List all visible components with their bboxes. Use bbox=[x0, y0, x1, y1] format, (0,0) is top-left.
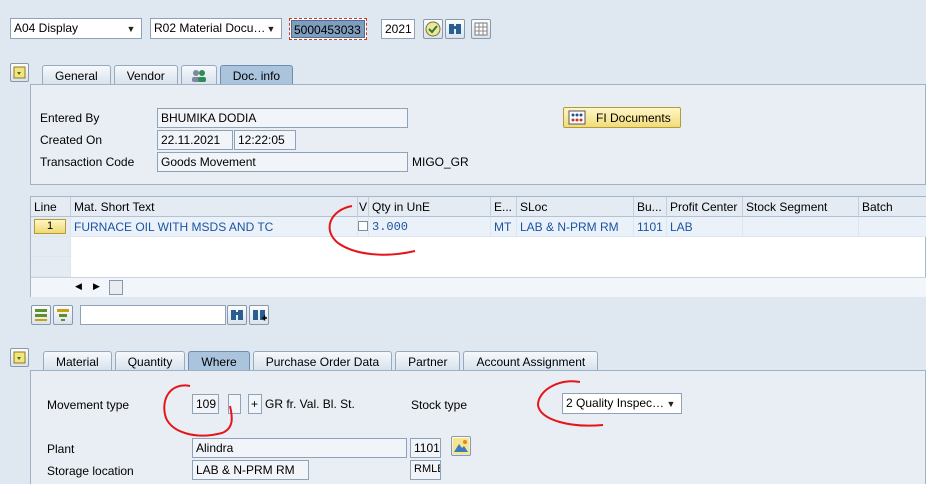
find-button[interactable] bbox=[445, 19, 465, 39]
table-find-button[interactable] bbox=[227, 305, 247, 325]
check-clock-icon bbox=[425, 21, 441, 37]
line-number: 1 bbox=[34, 219, 66, 234]
year-field[interactable]: 2021 bbox=[381, 19, 415, 39]
col-sloc[interactable]: SLoc bbox=[517, 197, 634, 217]
transaction-code-tech: MIGO_GR bbox=[412, 155, 469, 169]
tab-quantity[interactable]: Quantity bbox=[114, 351, 186, 371]
transaction-code-label: Transaction Code bbox=[40, 155, 135, 169]
movement-indicator-field bbox=[228, 394, 241, 414]
v-cell[interactable] bbox=[358, 217, 369, 237]
execute-button[interactable] bbox=[423, 19, 443, 39]
movement-sign-field: + bbox=[248, 394, 262, 414]
line-cell[interactable]: 1 bbox=[31, 217, 71, 237]
stock-type-select[interactable]: 2 Quality Inspec… ▼ bbox=[562, 393, 682, 414]
sloc-cell[interactable]: LAB & N-PRM RM bbox=[517, 217, 634, 237]
binoculars-icon bbox=[449, 24, 461, 34]
qty-cell[interactable]: 3.000 bbox=[369, 217, 491, 237]
stock-type-label: Stock type bbox=[411, 398, 468, 412]
col-mat-short-text[interactable]: Mat. Short Text bbox=[71, 197, 358, 217]
col-line[interactable]: Line bbox=[31, 197, 71, 217]
storage-location-name-field: LAB & N-PRM RM bbox=[192, 460, 309, 480]
col-qty[interactable]: Qty in UnE bbox=[369, 197, 491, 217]
folder-toggle-icon bbox=[13, 66, 26, 79]
scroll-left-icon[interactable]: ◀ bbox=[75, 281, 82, 292]
items-table: Line Mat. Short Text V Qty in UnE E... S… bbox=[30, 196, 926, 297]
reference-select[interactable]: R02 Material Docu… ▼ bbox=[150, 18, 282, 39]
document-number-field[interactable]: 5000453033 bbox=[289, 18, 367, 40]
col-batch[interactable]: Batch bbox=[859, 197, 926, 217]
created-time-field: 12:22:05 bbox=[234, 130, 296, 150]
transaction-code-field: Goods Movement bbox=[157, 152, 408, 172]
empty-row-header bbox=[31, 237, 71, 257]
batch-cell[interactable] bbox=[859, 217, 926, 237]
mountain-landscape-icon bbox=[453, 438, 469, 454]
grid-list-icon bbox=[474, 22, 488, 36]
persons-icon bbox=[191, 70, 206, 82]
header-toggle-button[interactable] bbox=[10, 63, 29, 82]
tab-purchase-order-data[interactable]: Purchase Order Data bbox=[252, 351, 393, 371]
select-all-icon bbox=[35, 309, 47, 321]
scroll-thumb[interactable] bbox=[109, 280, 123, 295]
chevron-down-icon: ▼ bbox=[266, 23, 276, 34]
fi-documents-label: FI Documents bbox=[596, 111, 671, 125]
v-checkbox[interactable] bbox=[358, 221, 368, 231]
header-tabstrip: General Vendor Doc. info bbox=[42, 65, 296, 85]
col-stock-segment[interactable]: Stock Segment bbox=[743, 197, 859, 217]
mat-short-text-cell[interactable]: FURNACE OIL WITH MSDS AND TC bbox=[71, 217, 358, 237]
select-all-button[interactable] bbox=[31, 305, 51, 325]
plant-label: Plant bbox=[47, 442, 75, 456]
list-button[interactable] bbox=[471, 19, 491, 39]
stock-segment-cell[interactable] bbox=[743, 217, 859, 237]
tab-partner[interactable]: Partner bbox=[395, 351, 461, 371]
horizontal-scrollbar[interactable]: ◀ ▶ bbox=[31, 277, 926, 297]
tab-where[interactable]: Where bbox=[188, 351, 250, 371]
movement-type-label: Movement type bbox=[47, 398, 130, 412]
col-v[interactable]: V bbox=[358, 197, 369, 217]
tab-doc-info[interactable]: Doc. info bbox=[219, 65, 294, 85]
plant-name-field: Alindra bbox=[192, 438, 407, 458]
folder-toggle-icon bbox=[13, 351, 26, 364]
table-find-next-button[interactable] bbox=[249, 305, 269, 325]
action-select[interactable]: A04 Display ▼ bbox=[10, 18, 142, 39]
tab-vendor[interactable]: Vendor bbox=[113, 65, 178, 85]
binoculars-icon bbox=[231, 310, 243, 320]
scroll-right-icon[interactable]: ▶ bbox=[93, 281, 100, 292]
col-bu[interactable]: Bu... bbox=[634, 197, 667, 217]
fi-documents-button[interactable]: FI Documents bbox=[563, 107, 681, 128]
chevron-down-icon: ▼ bbox=[126, 23, 136, 34]
storage-location-label: Storage location bbox=[47, 464, 134, 478]
col-e[interactable]: E... bbox=[491, 197, 517, 217]
binoculars-plus-icon bbox=[253, 310, 267, 321]
entered-by-field: BHUMIKA DODIA bbox=[157, 108, 408, 128]
where-panel bbox=[30, 370, 926, 484]
tab-contact[interactable] bbox=[180, 65, 217, 85]
plant-code-field: 1101 bbox=[410, 438, 441, 458]
created-date-field: 22.11.2021 bbox=[157, 130, 233, 150]
unit-cell[interactable]: MT bbox=[491, 217, 517, 237]
chevron-down-icon: ▼ bbox=[666, 398, 676, 409]
created-on-label: Created On bbox=[40, 133, 103, 147]
storage-location-code-field: RMLB bbox=[410, 460, 441, 480]
bu-cell[interactable]: 1101 bbox=[634, 217, 667, 237]
action-select-value: A04 Display bbox=[14, 21, 79, 35]
item-tabstrip: Material Quantity Where Purchase Order D… bbox=[43, 351, 601, 371]
movement-type-field: 109 bbox=[192, 394, 219, 414]
tab-material[interactable]: Material bbox=[43, 351, 112, 371]
plant-info-button[interactable] bbox=[451, 436, 471, 456]
documents-grid-icon bbox=[568, 110, 586, 125]
deselect-all-button[interactable] bbox=[53, 305, 73, 325]
tab-account-assignment[interactable]: Account Assignment bbox=[463, 351, 599, 371]
col-profit-center[interactable]: Profit Center bbox=[667, 197, 743, 217]
stock-type-value: 2 Quality Inspec… bbox=[566, 396, 665, 410]
profit-center-cell[interactable]: LAB bbox=[667, 217, 743, 237]
entered-by-label: Entered By bbox=[40, 111, 100, 125]
deselect-all-icon bbox=[57, 309, 69, 321]
tab-general[interactable]: General bbox=[42, 65, 111, 85]
reference-select-value: R02 Material Docu… bbox=[154, 21, 266, 35]
document-number-value: 5000453033 bbox=[291, 20, 365, 38]
empty-row-header bbox=[31, 257, 71, 277]
table-search-input[interactable] bbox=[80, 305, 226, 325]
movement-text: GR fr. Val. Bl. St. bbox=[265, 397, 355, 411]
item-detail-toggle-button[interactable] bbox=[10, 348, 29, 367]
